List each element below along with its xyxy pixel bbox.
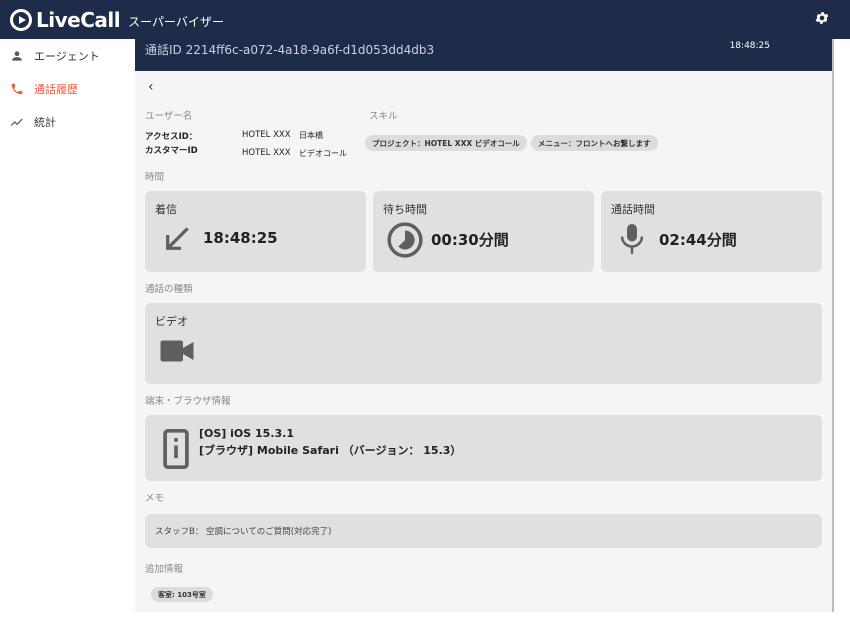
livecall-logo[interactable]: LiveCall <box>10 7 121 32</box>
talk-time-value: 02:44分間 <box>659 231 737 249</box>
sidebar-item-call-history[interactable]: 通話履歴 <box>0 72 135 105</box>
talk-title: 通話時間 <box>611 203 655 216</box>
sidebar-item-label: 統計 <box>34 115 56 129</box>
call-type-card: ビデオ <box>145 303 822 384</box>
incoming-arrow-icon <box>166 227 189 250</box>
phone-icon <box>11 83 23 94</box>
memo-card: スタッフB： 空調についてのご質問(対応完了) <box>145 514 822 548</box>
call-type-label: 通話の種類 <box>145 284 193 295</box>
memo-label: メモ <box>145 493 165 504</box>
scrollbar[interactable] <box>832 39 834 612</box>
access-id-label: アクセスID： <box>145 132 198 142</box>
person-icon <box>12 50 22 61</box>
role-title: スーパーバイザー <box>128 14 224 29</box>
extra-info-label: 追加情報 <box>145 564 184 575</box>
timelapse-icon <box>387 222 423 258</box>
time-section-label: 時間 <box>145 172 165 183</box>
memo-text: スタッフB： 空調についてのご質問(対応完了) <box>155 527 332 537</box>
gear-icon[interactable] <box>814 10 830 26</box>
wait-title: 待ち時間 <box>383 203 427 216</box>
customer-id-place: ビデオコール <box>299 149 347 158</box>
device-info-label: 端末・ブラウザ情報 <box>145 396 231 407</box>
call-header-time: 18:48:25 <box>729 41 770 51</box>
skill-chip: メニュー：フロントへお繋します <box>531 135 658 151</box>
incoming-time-value: 18:48:25 <box>203 229 278 247</box>
device-os: [OS] iOS 15.3.1 <box>199 427 295 440</box>
call-id: 通話ID 2214ff6c-a072-4a18-9a6f-d1d053dd4db… <box>145 43 435 57</box>
talk-time-card: 通話時間 02:44分間 <box>601 191 822 272</box>
brand-name: LiveCall <box>36 7 121 32</box>
sidebar-item-label: 通話履歴 <box>34 82 78 96</box>
microphone-icon <box>620 224 644 254</box>
sidebar-item-label: エージェント <box>34 49 100 63</box>
incoming-title: 着信 <box>155 203 177 216</box>
wait-time-card: 待ち時間 00:30分間 <box>373 191 594 272</box>
access-id-place: 日本橋 <box>299 131 323 140</box>
video-camera-icon <box>160 340 194 362</box>
back-arrow-icon[interactable]: ‹ <box>148 79 154 95</box>
access-id-hotel: HOTEL XXX <box>242 130 291 140</box>
trending-up-icon <box>10 118 23 126</box>
sidebar-item-agents[interactable]: エージェント <box>0 39 135 72</box>
smartphone-icon <box>163 429 189 469</box>
sidebar: エージェント 通話履歴 統計 <box>0 39 135 629</box>
customer-id-label: カスタマーID <box>145 146 198 156</box>
room-chip: 客室: 103号室 <box>151 587 213 602</box>
customer-id-hotel: HOTEL XXX <box>242 148 291 158</box>
skill-chip: プロジェクト：HOTEL XXX ビデオコール <box>365 135 527 151</box>
device-browser: [ブラウザ] Mobile Safari （バージョン： 15.3） <box>199 444 462 457</box>
wait-time-value: 00:30分間 <box>431 231 509 249</box>
call-type-title: ビデオ <box>155 315 188 328</box>
incoming-time-card: 着信 18:48:25 <box>145 191 366 272</box>
call-detail-header: 通話ID 2214ff6c-a072-4a18-9a6f-d1d053dd4db… <box>135 28 832 71</box>
user-name-label: ユーザー名 <box>145 111 193 122</box>
call-detail-panel: ‹ ユーザー名 スキル アクセスID： カスタマーID HOTEL XXX 日本… <box>135 71 832 612</box>
sidebar-item-statistics[interactable]: 統計 <box>0 105 135 138</box>
skills-label: スキル <box>369 111 398 122</box>
play-logo-icon <box>10 8 32 31</box>
device-info-card: [OS] iOS 15.3.1 [ブラウザ] Mobile Safari （バー… <box>145 415 822 481</box>
